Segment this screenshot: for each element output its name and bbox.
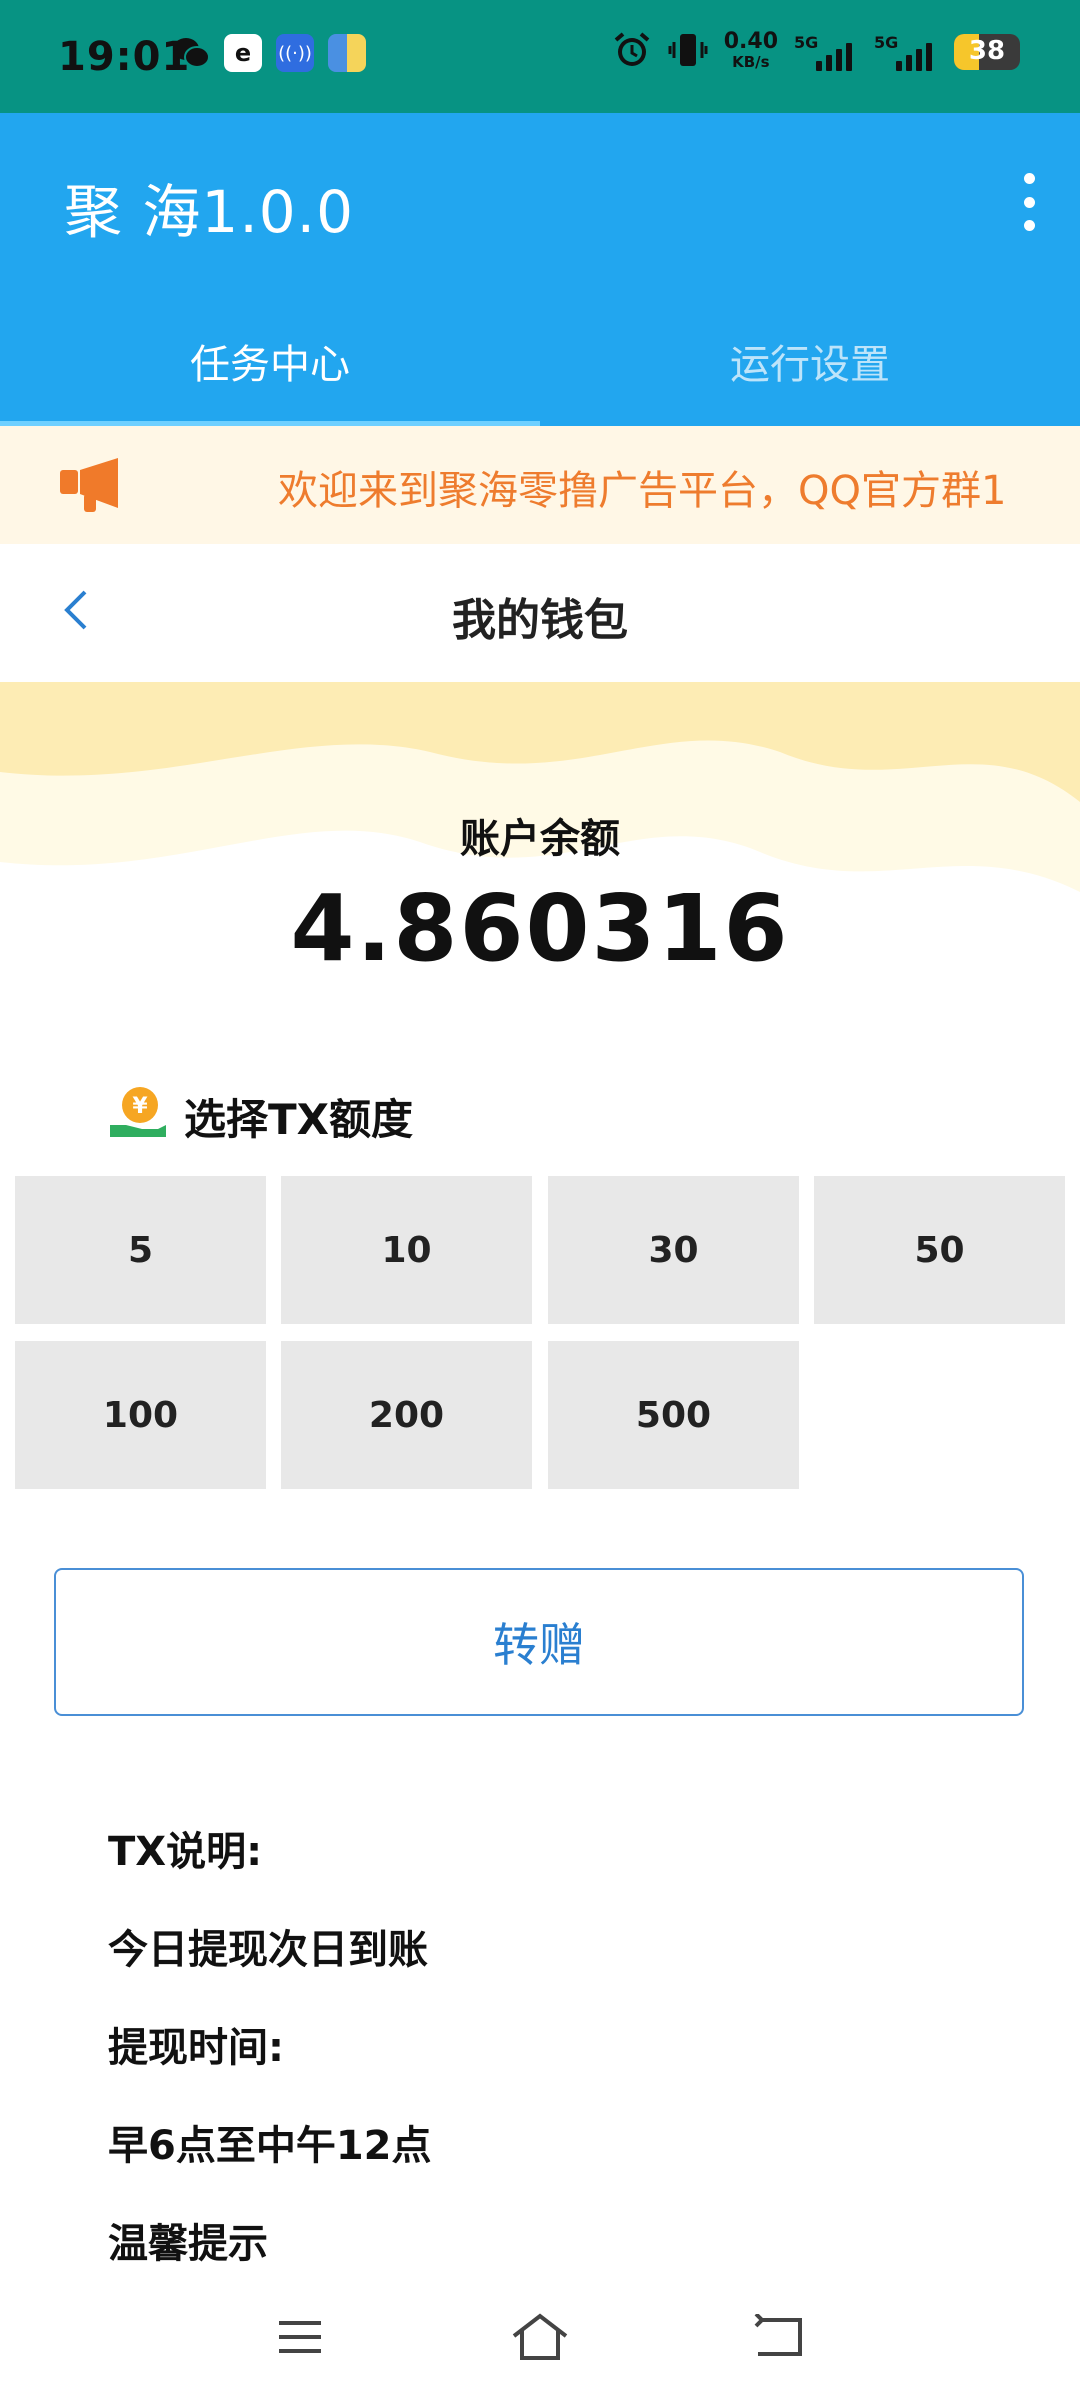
page-header: 我的钱包 [0, 544, 1080, 682]
home-icon[interactable] [500, 2302, 580, 2372]
wave-decoration [0, 682, 1080, 902]
tab-run-settings[interactable]: 运行设置 [540, 295, 1080, 426]
signal-sim2: 5G [874, 33, 938, 71]
app-icon [328, 34, 366, 72]
status-time: 19:01 [58, 34, 191, 80]
battery-level: 38 [968, 36, 1006, 66]
info-line: 今日提现次日到账 [108, 1927, 428, 1973]
battery-icon: 38 [954, 34, 1020, 70]
amount-option-100[interactable]: 100 [15, 1341, 266, 1489]
net-speed-unit: KB/s [732, 53, 770, 71]
megaphone-icon [58, 456, 128, 514]
more-vertical-icon[interactable] [1004, 167, 1054, 237]
balance-value: 4.860316 [290, 875, 790, 982]
amount-label: 500 [635, 1394, 712, 1436]
withdraw-info: TX说明: 今日提现次日到账 提现时间: 早6点至中午12点 温馨提示 [108, 1822, 432, 2312]
money-hand-icon: ¥ [108, 1085, 168, 1147]
select-amount-title: 选择TX额度 [184, 1094, 414, 1144]
info-line: TX说明: [108, 1829, 263, 1875]
amount-option-5[interactable]: 5 [15, 1176, 266, 1324]
amount-label: 30 [648, 1229, 699, 1271]
net-speed: 0.40 KB/s [723, 29, 778, 72]
system-nav-bar [0, 2280, 1080, 2400]
info-line: 早6点至中午12点 [108, 2123, 432, 2169]
sim1-label: 5G [794, 33, 819, 52]
page-title: 我的钱包 [452, 595, 628, 646]
tab-label: 任务中心 [190, 341, 350, 388]
alarm-icon [612, 30, 652, 74]
net-speed-value: 0.40 [723, 29, 778, 54]
amount-label: 10 [381, 1229, 432, 1271]
amount-option-50[interactable]: 50 [814, 1176, 1065, 1324]
app-title: 聚 海1.0.0 [64, 178, 355, 246]
amount-option-500[interactable]: 500 [548, 1341, 799, 1489]
signal-sim1: 5G [794, 33, 858, 71]
amount-option-30[interactable]: 30 [548, 1176, 799, 1324]
back-icon[interactable] [740, 2302, 820, 2372]
status-right: 0.40 KB/s 5G 5G 38 [612, 30, 1020, 74]
tab-label: 运行设置 [730, 341, 890, 388]
tab-bar: 任务中心 运行设置 [0, 295, 1080, 426]
vibrate-icon [668, 30, 708, 74]
notice-text: 欢迎来到聚海零撸广告平台，QQ官方群1 [278, 468, 1007, 514]
status-bar: 19:01 e ((·)) 0.40 KB/s 5G 5G 38 [0, 0, 1080, 113]
select-amount-header: ¥ 选择TX额度 [108, 1085, 413, 1147]
amount-label: 100 [102, 1394, 179, 1436]
tab-task-center[interactable]: 任务中心 [0, 295, 540, 426]
amount-option-200[interactable]: 200 [281, 1341, 532, 1489]
chrome-icon: e [224, 34, 262, 72]
amount-label: 200 [368, 1394, 445, 1436]
nfc-icon: ((·)) [276, 34, 314, 72]
app-bar: 聚 海1.0.0 任务中心 运行设置 [0, 113, 1080, 426]
sim2-label: 5G [874, 33, 899, 52]
notice-banner: 欢迎来到聚海零撸广告平台，QQ官方群1 [0, 426, 1080, 544]
wechat-icon [172, 34, 210, 72]
transfer-button[interactable]: 转赠 [54, 1568, 1024, 1716]
menu-icon[interactable] [260, 2302, 340, 2372]
amount-option-10[interactable]: 10 [281, 1176, 532, 1324]
info-line: 提现时间: [108, 2025, 284, 2071]
amount-label: 5 [127, 1229, 154, 1271]
amount-label: 50 [914, 1229, 965, 1271]
svg-text:¥: ¥ [132, 1094, 148, 1119]
balance-label: 账户余额 [460, 816, 620, 862]
notification-icons: e ((·)) [172, 34, 366, 72]
